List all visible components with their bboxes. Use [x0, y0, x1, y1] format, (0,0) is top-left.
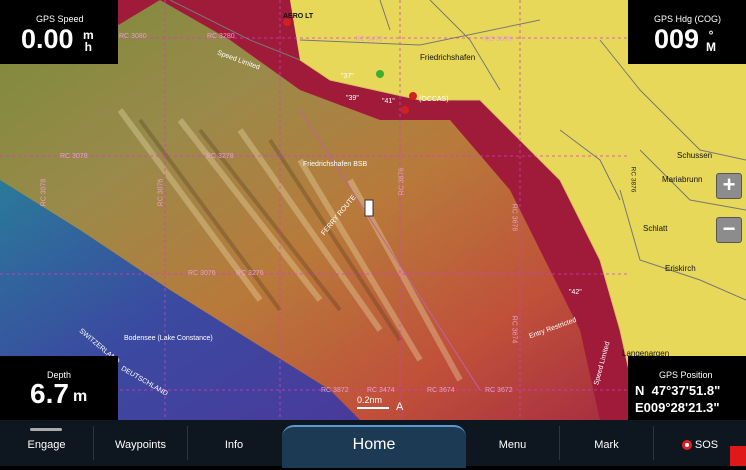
- route-label: RC 3674: [427, 387, 455, 394]
- gps-latitude: N 47°37'51.8": [635, 383, 721, 398]
- waypoints-button[interactable]: Waypoints: [94, 420, 187, 466]
- scale-label: 0.2nm: [357, 395, 383, 405]
- zoom-out-button[interactable]: −: [716, 217, 742, 243]
- gps-heading-value: 009: [654, 24, 700, 54]
- depth-unit: m: [73, 388, 88, 405]
- route-label: RC 3478: [355, 36, 383, 43]
- gps-longitude: E009°28'21.3": [635, 400, 720, 415]
- map-label-schussen: Schussen: [677, 151, 713, 160]
- map-label-mariabrunn: Mariabrunn: [662, 175, 703, 184]
- route-label: RC 3078: [40, 178, 48, 207]
- gps-heading-frame[interactable]: GPS Hdg (COG) 009 ° M: [628, 0, 746, 64]
- gps-heading-title: GPS Hdg (COG): [654, 14, 722, 24]
- sos-label: SOS: [694, 439, 719, 451]
- scale-letter: A: [396, 401, 404, 413]
- map-label-bodensee: Bodensee (Lake Constance): [124, 335, 213, 342]
- map-label-buoy-37: "37": [341, 73, 354, 80]
- engage-button[interactable]: Engage: [0, 420, 93, 466]
- route-label: RC 3276: [236, 270, 264, 277]
- home-label: Home: [352, 436, 396, 453]
- route-label: RC 3876: [629, 166, 637, 193]
- lifebuoy-icon: [681, 440, 692, 451]
- depth-frame[interactable]: Depth 6.7 m: [0, 356, 118, 420]
- route-label: RC 3076: [188, 270, 216, 277]
- info-button[interactable]: Info: [188, 420, 280, 466]
- route-label: RC 3674: [510, 315, 518, 344]
- alert-corner-indicator: [730, 446, 746, 466]
- route-label: RC 3080: [119, 33, 147, 40]
- map-label-eriskirch: Eriskirch: [665, 264, 696, 273]
- map-label-buoy-39: "39": [346, 95, 359, 102]
- route-label: RC 3672: [485, 387, 513, 394]
- route-label: RC 3278: [206, 153, 234, 160]
- zoom-in-button[interactable]: +: [716, 173, 742, 199]
- gps-speed-unit: m h: [83, 29, 94, 53]
- gps-speed-value: 0.00: [21, 24, 74, 54]
- route-label: RC 3474: [367, 387, 395, 394]
- gps-position-title: GPS Position: [659, 370, 713, 380]
- map-label-friedrichshafen-bsb: Friedrichshafen BSB: [303, 161, 368, 168]
- gps-speed-title: GPS Speed: [36, 14, 84, 24]
- scale-bar: [357, 407, 389, 409]
- mark-button[interactable]: Mark: [560, 420, 653, 466]
- gps-speed-frame[interactable]: GPS Speed 0.00 m h: [0, 0, 118, 64]
- depth-value: 6.7: [30, 378, 69, 409]
- route-label: RC 3280: [207, 33, 235, 40]
- home-button[interactable]: Home: [282, 425, 466, 468]
- route-label: RC 3076: [157, 178, 165, 207]
- gps-speed-unit-bottom: h: [84, 40, 92, 54]
- route-label: RC 3876: [398, 167, 406, 196]
- menu-button[interactable]: Menu: [466, 420, 559, 466]
- route-label: RC 3676: [510, 203, 518, 232]
- map-label-aero-lt: AERO LT: [283, 13, 314, 20]
- gps-position-frame[interactable]: GPS Position N 47°37'51.8" E009°28'21.3": [628, 356, 746, 420]
- gps-heading-unit-bottom: M: [706, 40, 716, 54]
- route-label: RC 3872: [321, 387, 349, 394]
- route-label: RC 3078: [60, 153, 88, 160]
- map-label-friedrichshafen: Friedrichshafen: [420, 53, 476, 62]
- map-label-schlatt: Schlatt: [643, 224, 668, 233]
- map-label-buoy-41: "41": [382, 98, 395, 105]
- gps-heading-unit: ° M: [706, 29, 716, 53]
- map-label-occas: (OCCAS): [419, 96, 449, 103]
- route-label: RC 3678: [484, 36, 512, 43]
- map-label-buoy-42: "42": [569, 289, 582, 296]
